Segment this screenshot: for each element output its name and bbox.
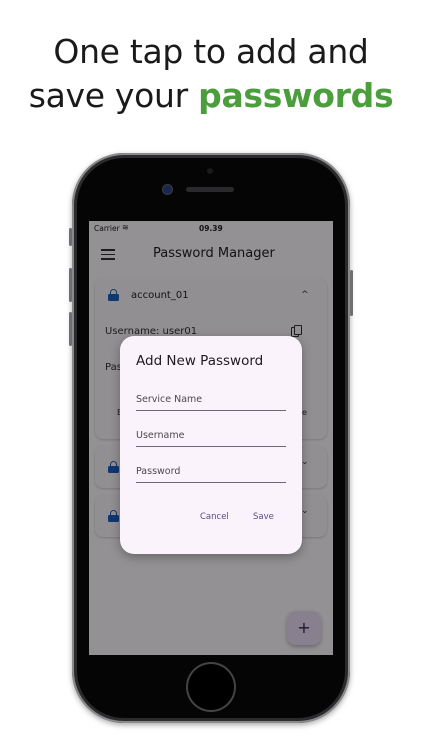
username-input[interactable] bbox=[136, 421, 286, 446]
front-camera-icon bbox=[163, 185, 172, 194]
headline-line-2-prefix: save your bbox=[28, 76, 199, 115]
proximity-sensor bbox=[207, 168, 213, 174]
silent-switch bbox=[69, 228, 72, 246]
volume-up-button bbox=[69, 268, 72, 302]
phone-screen: Carrier ≋ 09.39 Password Manager account… bbox=[89, 221, 333, 655]
power-button bbox=[350, 270, 353, 316]
volume-down-button bbox=[69, 312, 72, 346]
save-button[interactable]: Save bbox=[253, 512, 274, 522]
headline-line-2: save your passwords bbox=[0, 74, 422, 118]
dialog-title: Add New Password bbox=[136, 353, 264, 369]
home-button[interactable] bbox=[188, 664, 234, 710]
service-name-field bbox=[136, 385, 286, 411]
earpiece-speaker bbox=[186, 187, 234, 192]
headline: One tap to add and save your passwords bbox=[0, 30, 422, 118]
password-field bbox=[136, 457, 286, 483]
headline-line-1: One tap to add and bbox=[53, 32, 369, 71]
password-input[interactable] bbox=[136, 457, 286, 482]
username-field bbox=[136, 421, 286, 447]
service-name-input[interactable] bbox=[136, 385, 286, 410]
cancel-button[interactable]: Cancel bbox=[200, 512, 229, 522]
add-password-dialog: Add New Password Cancel Save bbox=[120, 336, 302, 554]
headline-accent: passwords bbox=[198, 76, 394, 115]
